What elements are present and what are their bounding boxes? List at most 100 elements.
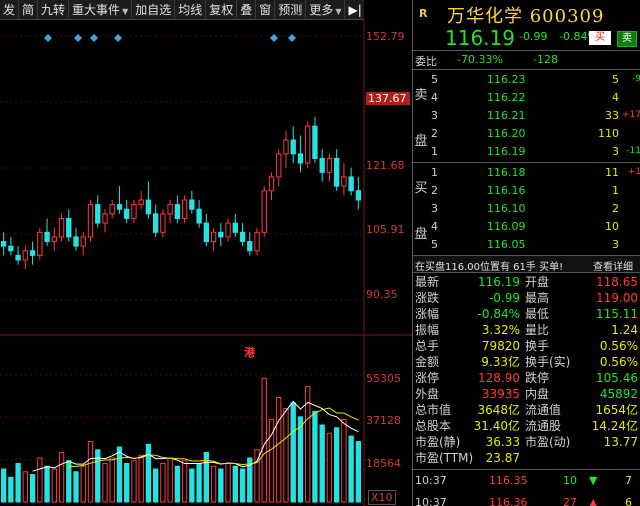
buy-side-char: 买 — [414, 180, 428, 196]
candle-body — [124, 208, 130, 219]
volume-bar — [355, 441, 362, 503]
candle-body — [355, 190, 362, 201]
last-price: 116.19 — [445, 26, 515, 50]
toolbar-adjust-button[interactable]: 复权 — [206, 0, 238, 20]
candle-body — [218, 231, 224, 238]
buy-side-label: 买 盘 — [413, 163, 429, 255]
toolbar-add-watchlist-button[interactable]: 加自选 — [132, 0, 176, 20]
hk-connect-marker: 港 — [244, 346, 255, 359]
candle-body — [87, 204, 94, 238]
toolbar-forecast-button[interactable]: 预测 — [275, 0, 307, 20]
order-diff-value: -128 — [533, 53, 558, 66]
major-events-label: 重大事件 — [72, 2, 121, 17]
buy-order-row[interactable]: 3 116.10 2 — [429, 200, 640, 218]
stat-value: 128.90 — [478, 371, 520, 385]
sell-order-delta: +17 — [622, 110, 640, 120]
buy-order-level: 4 — [431, 220, 438, 233]
stat-value: 1.24 — [611, 323, 638, 337]
toolbar-simple-button[interactable]: 简 — [19, 0, 39, 20]
event-diamond-icon — [74, 34, 82, 42]
sell-order-qty: 5 — [612, 73, 619, 86]
buy-order-row[interactable]: 1 116.18 11 +1 — [429, 164, 640, 182]
buy-order-row[interactable]: 2 116.16 1 — [429, 182, 640, 200]
buy-order-qty: 1 — [612, 184, 619, 197]
arrow-down-icon: ▼ — [589, 474, 598, 487]
candle-body — [203, 222, 210, 243]
toolbar-overlay-button[interactable]: 叠 — [237, 0, 257, 20]
candle-body — [312, 125, 318, 159]
volume-bar — [44, 465, 50, 503]
stat-value: 14.24亿 — [591, 419, 638, 433]
sell-order-level: 3 — [431, 109, 438, 122]
candle-body — [131, 204, 137, 219]
stat-label: 市盈(静) — [415, 435, 461, 449]
stat-label: 总手 — [415, 339, 440, 353]
toolbar-moving-average-button[interactable]: 均线 — [175, 0, 207, 20]
buy-order-price: 116.18 — [487, 166, 526, 179]
more-label: 更多 — [309, 2, 334, 17]
event-diamond-icon — [90, 34, 98, 42]
stat-label: 流通值 — [525, 403, 562, 417]
sell-order-row[interactable]: 3 116.21 33 +17 — [429, 107, 640, 125]
price-axis-label: 121.68 — [366, 159, 405, 172]
event-diamond-icon — [44, 34, 52, 42]
toolbar-more-dropdown[interactable]: 更多 ▼ — [306, 0, 346, 20]
toolbar-fa-button[interactable]: 发 — [0, 0, 20, 20]
sell-order-qty: 3 — [612, 145, 619, 158]
buy-order-level: 1 — [431, 166, 438, 179]
sell-button[interactable]: 卖 — [617, 31, 637, 47]
candle-body — [268, 176, 275, 192]
buy-order-row[interactable]: 5 116.05 3 — [429, 236, 640, 254]
collapse-panel-arrow-icon[interactable]: ▶| — [345, 0, 364, 20]
volume-bar — [196, 463, 202, 503]
volume-bar — [15, 463, 21, 503]
buy-order-price: 116.05 — [487, 238, 526, 251]
candle-body — [15, 254, 21, 261]
candle-body — [51, 236, 57, 243]
view-detail-link[interactable]: 查看详细 — [593, 258, 633, 273]
volume-bar — [8, 476, 14, 503]
toolbar-window-button[interactable]: 窗 — [256, 0, 276, 20]
stat-label: 总股本 — [415, 419, 452, 433]
kline-chart[interactable]: 152.79 137.67 121.68 105.91 90.35 55305 … — [0, 20, 412, 506]
sell-order-row[interactable]: 5 116.23 5 -9 — [429, 71, 640, 89]
sell-order-level: 4 — [431, 91, 438, 104]
stat-value: 119.00 — [596, 291, 638, 305]
sell-order-row[interactable]: 2 116.20 110 — [429, 125, 640, 143]
volume-bar — [297, 416, 304, 503]
tick-count: 6 — [625, 496, 632, 506]
candle-body — [167, 204, 173, 215]
buy-order-row[interactable]: 4 116.09 10 — [429, 218, 640, 236]
stat-label: 总市值 — [415, 403, 452, 417]
volume-bar — [348, 435, 354, 503]
stat-label: 振幅 — [415, 323, 440, 337]
sell-side-label: 卖 盘 — [413, 70, 429, 162]
stat-label: 量比 — [525, 323, 550, 337]
candle-body — [276, 153, 282, 178]
volume-bar — [66, 460, 72, 503]
volume-bar — [145, 443, 152, 503]
market-tag: R — [419, 6, 428, 20]
tick-time: 10:37 — [415, 474, 447, 487]
tick-volume: 27 — [563, 496, 577, 506]
stat-value: 33935 — [481, 387, 520, 401]
volume-bar — [131, 460, 137, 503]
candle-body — [326, 157, 333, 173]
volume-bar — [312, 410, 318, 503]
sell-order-row[interactable]: 1 116.19 3 -11 — [429, 143, 640, 161]
candle-body — [116, 204, 123, 210]
volume-bar — [160, 463, 166, 503]
volume-bar — [341, 419, 347, 503]
arrow-up-icon: ▲ — [589, 496, 598, 506]
sell-order-row[interactable]: 4 116.22 4 — [429, 89, 640, 107]
candle-body — [333, 157, 340, 187]
sell-order-level: 2 — [431, 127, 438, 140]
sell-side-char: 卖 — [414, 87, 428, 103]
toolbar-major-events-dropdown[interactable]: 重大事件 ▼ — [69, 0, 133, 20]
price-bar: 116.19 -0.99 -0.84% 买 卖 — [413, 26, 640, 50]
volume-bar — [210, 465, 217, 503]
stat-value: 79820 — [481, 339, 520, 353]
toolbar-jiuzhuan-button[interactable]: 九转 — [38, 0, 70, 20]
buy-button[interactable]: 买 — [589, 31, 611, 45]
stat-label: 最低 — [525, 307, 550, 321]
